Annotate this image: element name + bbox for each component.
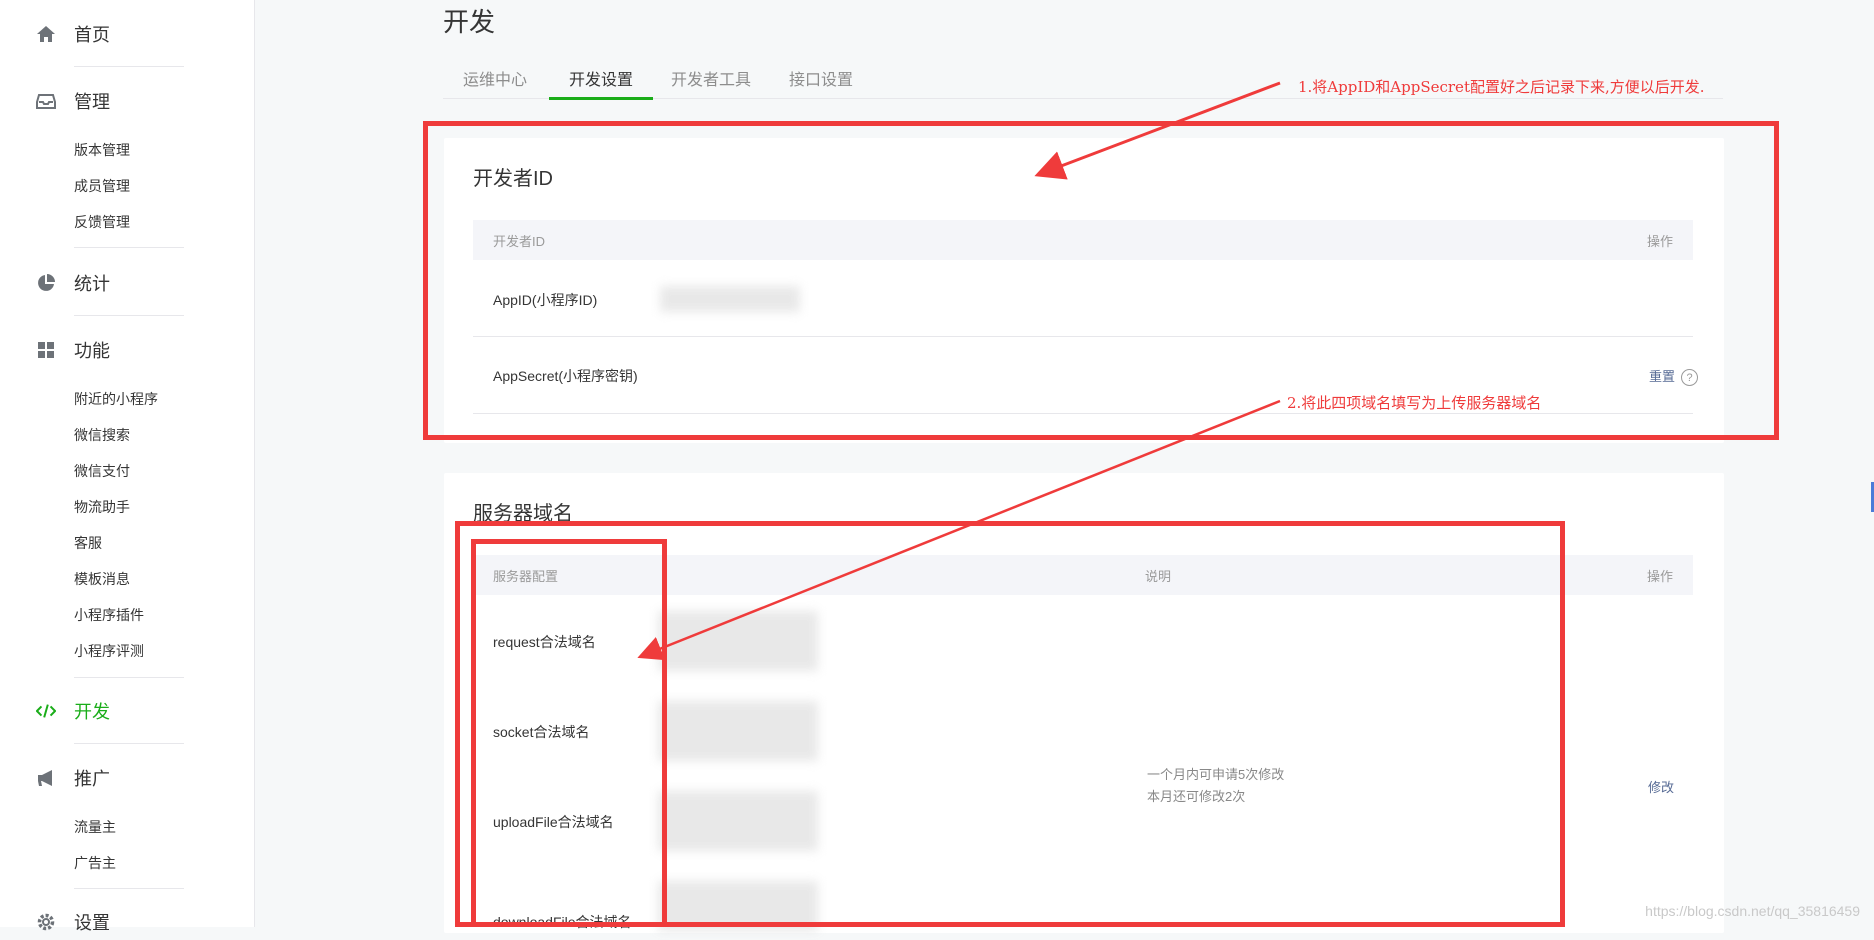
download-domain-redacted [658,881,818,931]
page-title: 开发 [443,7,496,37]
quota-line-1: 一个月内可申请5次修改 [1147,767,1285,782]
upload-domain-redacted [658,791,818,851]
download-domain-label: downloadFile合法域名 [493,914,632,930]
nav-promo-label: 推广 [74,769,110,789]
nav-version-manage[interactable]: 版本管理 [74,141,130,159]
nav-nearby-miniprogram[interactable]: 附近的小程序 [74,390,158,408]
sidebar: 首页 管理 版本管理 成员管理 反馈管理 统计 功能 附近的小程序 微信搜索 微… [0,0,255,933]
reset-secret-button[interactable]: 重置? [1649,366,1698,387]
nav-member-manage[interactable]: 成员管理 [74,177,130,195]
appid-value-redacted [660,286,800,312]
divider [74,247,184,248]
inbox-icon [36,91,56,111]
nav-stats[interactable]: 统计 [36,265,110,301]
nav-features-label: 功能 [74,341,110,361]
reset-label[interactable]: 重置 [1649,369,1675,384]
nav-customer-service[interactable]: 客服 [74,534,102,552]
modify-quota-note: 一个月内可申请5次修改 本月还可修改2次 [1147,764,1284,808]
row-divider [473,413,1693,414]
help-icon[interactable]: ? [1681,369,1698,387]
request-domain-redacted [658,611,818,671]
quota-line-2: 本月还可修改2次 [1147,789,1246,804]
nav-settings-label: 设置 [74,913,110,933]
nav-home[interactable]: 首页 [36,16,110,52]
nav-advertiser[interactable]: 广告主 [74,854,116,872]
tab-dev-tools[interactable]: 开发者工具 [651,66,771,97]
socket-domain-label: socket合法域名 [493,724,590,740]
col-server-config: 服务器配置 [493,569,559,584]
annotation-note-2: 2.将此四项域名填写为上传服务器域名 [1287,394,1542,412]
nav-feedback-manage[interactable]: 反馈管理 [74,213,130,231]
nav-plugins[interactable]: 小程序插件 [74,606,144,624]
divider [74,888,184,889]
col-action: 操作 [1646,569,1673,584]
tab-ops-center[interactable]: 运维中心 [443,66,547,97]
col-action: 操作 [1646,234,1673,249]
socket-domain-redacted [658,701,818,761]
nav-wechat-pay[interactable]: 微信支付 [74,462,130,480]
home-icon [36,24,56,44]
nav-promo[interactable]: 推广 [36,760,110,796]
upload-domain-label: uploadFile合法域名 [493,814,614,830]
developer-id-table-header: 开发者ID 操作 [473,220,1693,260]
server-table-header: 服务器配置 说明 操作 [473,555,1693,595]
nav-manage[interactable]: 管理 [36,83,110,119]
divider [74,743,184,744]
nav-home-label: 首页 [74,25,110,45]
divider [74,315,184,316]
pie-chart-icon [36,273,56,293]
gear-icon [36,912,56,932]
request-domain-label: request合法域名 [493,634,596,650]
nav-dev-label: 开发 [74,702,110,722]
appsecret-label: AppSecret(小程序密钥) [493,368,638,384]
appid-label: AppID(小程序ID) [493,292,598,308]
code-icon [36,701,56,721]
col-developer-id: 开发者ID [493,234,546,249]
nav-traffic-owner[interactable]: 流量主 [74,818,116,836]
nav-settings[interactable]: 设置 [36,904,110,940]
grid-icon [36,340,56,360]
nav-template-message[interactable]: 模板消息 [74,570,130,588]
tab-api-settings[interactable]: 接口设置 [769,66,873,97]
nav-features[interactable]: 功能 [36,332,110,368]
divider [74,677,184,678]
col-description: 说明 [1145,569,1172,584]
nav-wechat-search[interactable]: 微信搜索 [74,426,130,444]
megaphone-icon [36,768,56,788]
server-domain-panel: 服务器域名 服务器配置 说明 操作 request合法域名 socket合法域名… [444,473,1724,933]
watermark: https://blog.csdn.net/qq_35816459 [1645,903,1860,919]
row-divider [473,336,1693,337]
annotation-note-1: 1.将AppID和AppSecret配置好之后记录下来,方便以后开发. [1298,78,1705,96]
server-domain-title: 服务器域名 [473,503,573,525]
nav-dev[interactable]: 开发 [36,693,110,729]
nav-stats-label: 统计 [74,274,110,294]
divider [74,66,184,67]
nav-logistics[interactable]: 物流助手 [74,498,130,516]
developer-id-title: 开发者ID [473,168,553,190]
nav-manage-label: 管理 [74,92,110,112]
tab-dev-settings[interactable]: 开发设置 [549,66,654,100]
modify-domain-button[interactable]: 修改 [1648,777,1674,796]
nav-evaluation[interactable]: 小程序评测 [74,642,144,660]
